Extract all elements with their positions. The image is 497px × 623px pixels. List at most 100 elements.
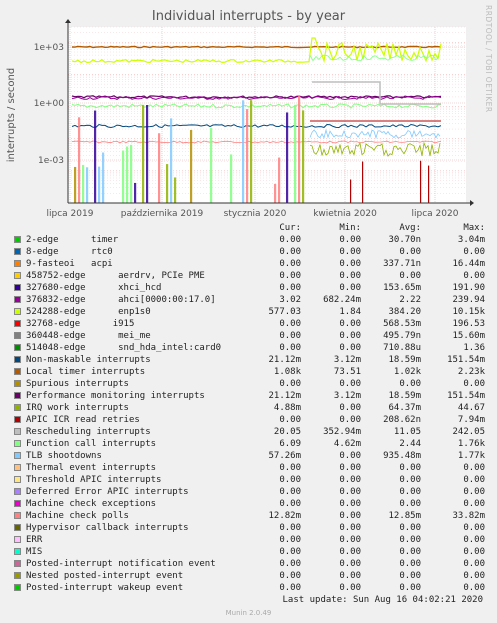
legend-row: 9-fasteoi acpi 0.00 0.00 337.71n 16.44m: [0, 258, 497, 270]
legend-avg-value: 337.71n: [383, 259, 421, 269]
legend-series-name: Performance monitoring interrupts: [26, 391, 205, 401]
legend-cur-value: 1.08k: [273, 367, 301, 377]
legend-max-value: 1.76k: [457, 439, 485, 449]
col-cur: Cur:: [279, 223, 301, 233]
legend-series-name: 376832-edge ahci[0000:00:17.0]: [26, 295, 216, 305]
y-tick-label: 1e+00: [34, 99, 65, 109]
legend-max-value: 7.94m: [457, 415, 485, 425]
legend-row: Machine check polls 12.82m 0.00 12.85m 33.82…: [0, 510, 497, 522]
legend-cur-value: 0.00: [279, 463, 301, 473]
legend-row: Threshold APIC interrupts 0.00 0.00 0.00 0.0…: [0, 474, 497, 486]
series-spike: [298, 95, 301, 203]
series-spike: [170, 118, 173, 203]
legend-max-value: 0.00: [463, 475, 485, 485]
legend-cur-value: 0.00: [279, 499, 301, 509]
legend-min-value: 0.00: [339, 475, 361, 485]
legend-row: Thermal event interrupts 0.00 0.00 0.00 0.00: [0, 462, 497, 474]
series-spike: [278, 157, 281, 203]
legend-min-value: 0.00: [339, 283, 361, 293]
legend-swatch: [14, 332, 21, 339]
legend-max-value: 1.36: [463, 343, 485, 353]
legend-min-value: 0.00: [339, 271, 361, 281]
series-spike: [274, 183, 277, 203]
legend-avg-value: 2.22: [399, 295, 421, 305]
legend-series-name: TLB shootdowns: [26, 451, 102, 461]
series-spike: [190, 129, 193, 203]
col-avg: Avg:: [399, 223, 421, 233]
legend-swatch: [14, 524, 21, 531]
legend-avg-value: 2.44: [399, 439, 421, 449]
series-spike: [86, 167, 89, 203]
legend-avg-value: 0.00: [399, 271, 421, 281]
legend-cur-value: 0.00: [279, 523, 301, 533]
series-spike: [126, 146, 129, 203]
x-tick-label: października 2019: [121, 209, 204, 219]
legend-swatch: [14, 368, 21, 375]
legend-cur-value: 0.00: [279, 547, 301, 557]
legend-cur-value: 0.00: [279, 247, 301, 257]
legend-row: Posted-interrupt notification event 0.00 0…: [0, 558, 497, 570]
legend-swatch: [14, 392, 21, 399]
x-tick-label: kwietnia 2020: [313, 209, 377, 219]
legend-cur-value: 0.00: [279, 415, 301, 425]
legend-avg-value: 935.48m: [383, 451, 421, 461]
series-spike: [286, 112, 289, 203]
legend-series-name: Rescheduling interrupts: [26, 427, 151, 437]
legend-max-value: 15.60m: [452, 331, 485, 341]
legend-min-value: 3.12m: [333, 391, 361, 401]
legend-series-name: Machine check polls: [26, 511, 129, 521]
col-min: Min:: [339, 223, 361, 233]
legend-swatch: [14, 548, 21, 555]
legend-swatch: [14, 584, 21, 591]
legend-max-value: 0.00: [463, 463, 485, 473]
legend-series-name: Threshold APIC interrupts: [26, 475, 162, 485]
series-spike: [294, 104, 297, 203]
legend-avg-value: 568.53m: [383, 319, 421, 329]
legend-series-name: Machine check exceptions: [26, 499, 157, 509]
legend-min-value: 0.00: [339, 559, 361, 569]
munin-version: Munin 2.0.49: [225, 609, 272, 617]
legend-cur-value: 3.02: [279, 295, 301, 305]
series-spike: [78, 117, 81, 203]
y-tick-label: 1e-03: [38, 156, 64, 166]
legend-swatch: [14, 272, 21, 279]
legend-swatch: [14, 464, 21, 471]
legend-row: Nested posted-interrupt event 0.00 0.00 0.0…: [0, 570, 497, 582]
legend-min-value: 0.00: [339, 523, 361, 533]
legend-max-value: 3.04m: [457, 235, 485, 245]
legend-max-value: 0.00: [463, 523, 485, 533]
legend-avg-value: 30.70n: [388, 235, 421, 245]
legend-max-value: 0.00: [463, 583, 485, 593]
legend-min-value: 0.00: [339, 547, 361, 557]
legend-cur-value: 12.82m: [268, 511, 301, 521]
legend-min-value: 0.00: [339, 487, 361, 497]
legend-cur-value: 0.00: [279, 271, 301, 281]
legend-series-name: 360448-edge mei_me: [26, 331, 151, 341]
legend-max-value: 1.77k: [457, 451, 485, 461]
legend-series-name: 524288-edge enp1s0: [26, 307, 151, 317]
x-axis-arrow: [470, 200, 474, 206]
legend-row: ERR 0.00 0.00 0.00 0.00: [0, 534, 497, 546]
legend-row: IRQ work interrupts 4.88m 0.00 64.37m 44.67: [0, 402, 497, 414]
legend-cur-value: 577.03: [268, 307, 301, 317]
legend-max-value: 2.23k: [457, 367, 485, 377]
legend-avg-value: 0.00: [399, 463, 421, 473]
legend-cur-value: 0.00: [279, 259, 301, 269]
legend-max-value: 16.44m: [452, 259, 485, 269]
legend-avg-value: 18.59m: [388, 355, 421, 365]
legend-series-name: 9-fasteoi acpi: [26, 259, 113, 269]
legend-cur-value: 0.00: [279, 343, 301, 353]
legend-min-value: 0.00: [339, 403, 361, 413]
legend-max-value: 151.54m: [447, 355, 485, 365]
legend-min-value: 0.00: [339, 319, 361, 329]
legend-cur-value: 0.00: [279, 475, 301, 485]
series-spike: [142, 104, 145, 203]
legend-series-name: 8-edge rtc0: [26, 247, 113, 257]
legend-max-value: 151.54m: [447, 391, 485, 401]
legend-max-value: 0.00: [463, 535, 485, 545]
legend-cur-value: 0.00: [279, 235, 301, 245]
series-spike: [130, 144, 133, 203]
series-spike: [420, 160, 422, 203]
legend-min-value: 0.00: [339, 499, 361, 509]
legend-swatch: [14, 344, 21, 351]
